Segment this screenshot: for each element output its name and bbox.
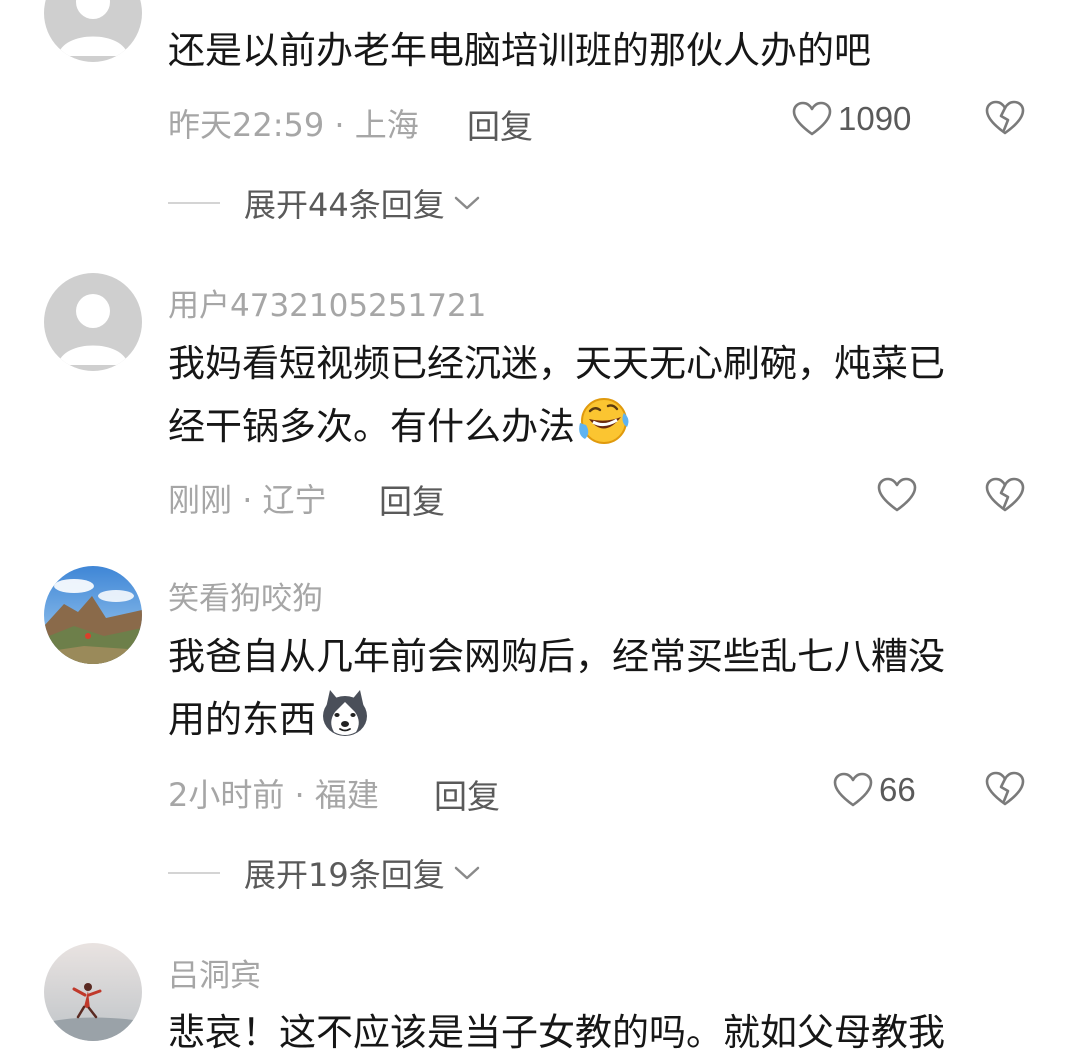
comment-meta: 昨天22:59 · 上海: [168, 100, 419, 146]
comment-line: 用的东西: [168, 698, 316, 741]
comment-meta: 2小时前 · 福建: [168, 770, 379, 816]
like-button[interactable]: [877, 477, 923, 513]
like-button[interactable]: 66: [833, 771, 916, 809]
broken-heart-icon: [985, 477, 1025, 512]
expand-replies-button[interactable]: 展开44条回复: [168, 180, 481, 226]
husky-dog-emoji-icon: [323, 690, 367, 736]
comment-location: 上海: [354, 106, 419, 144]
reply-button[interactable]: 回复: [379, 475, 445, 523]
rolling-laughing-emoji-icon: [579, 398, 629, 444]
expand-divider: [168, 202, 220, 204]
avatar[interactable]: [44, 273, 142, 371]
dancer-photo-icon: [44, 943, 142, 1041]
reply-button[interactable]: 回复: [434, 770, 500, 818]
comment-line: 经干锅多次。有什么办法: [168, 405, 575, 448]
comment-time: 2小时前: [168, 776, 285, 814]
default-avatar-icon: [44, 273, 142, 371]
avatar[interactable]: [44, 566, 142, 664]
mountain-landscape-photo-icon: [44, 566, 142, 664]
default-avatar-icon: [44, 0, 142, 62]
avatar[interactable]: [44, 943, 142, 1041]
comment-line: 我妈看短视频已经沉迷，天天无心刷碗，炖菜已: [168, 342, 945, 385]
dislike-button[interactable]: [985, 100, 1025, 140]
comment-line-wrap: 经干锅多次。有什么办法: [168, 395, 1038, 458]
chevron-down-icon: [454, 196, 479, 210]
comment-line: 悲哀！这不应该是当子女教的吗。就如父母教我: [168, 1011, 945, 1054]
broken-heart-icon: [985, 100, 1025, 135]
comment-line: 还是以前办老年电脑培训班的那伙人办的吧: [168, 29, 871, 72]
expand-replies-label: 展开44条回复: [244, 186, 445, 224]
like-count: 66: [879, 771, 916, 808]
username[interactable]: 用户4732105251721: [168, 280, 486, 325]
comment-line-wrap: 用的东西: [168, 688, 1038, 751]
heart-icon: [792, 101, 832, 136]
comment-item: 还是以前办老年电脑培训班的那伙人办的吧 昨天22:59 · 上海 回复 1090…: [0, 0, 1080, 250]
comment-meta: 刚刚 · 辽宁: [168, 475, 327, 521]
dislike-button[interactable]: [985, 771, 1025, 811]
comment-time: 昨天22:59: [168, 106, 325, 144]
chevron-down-icon: [454, 866, 479, 880]
comment-location: 辽宁: [262, 481, 327, 519]
like-count: 1090: [838, 100, 912, 137]
heart-icon: [833, 772, 873, 807]
comment-text: 还是以前办老年电脑培训班的那伙人办的吧: [168, 20, 1038, 82]
username[interactable]: 笑看狗咬狗: [168, 573, 323, 618]
meta-separator: ·: [324, 106, 355, 144]
reply-button[interactable]: 回复: [467, 100, 533, 148]
like-button[interactable]: 1090: [792, 100, 911, 138]
expand-replies-label: 展开19条回复: [244, 856, 445, 894]
comment-text: 我妈看短视频已经沉迷，天天无心刷碗，炖菜已 经干锅多次。有什么办法: [168, 333, 1038, 458]
meta-separator: ·: [232, 481, 263, 519]
heart-icon: [877, 477, 917, 512]
username[interactable]: 吕洞宾: [168, 950, 261, 995]
comment-text: 我爸自从几年前会网购后，经常买些乱七八糟没 用的东西: [168, 626, 1038, 751]
expand-divider: [168, 872, 220, 874]
avatar[interactable]: [44, 0, 142, 62]
broken-heart-icon: [985, 771, 1025, 806]
comment-location: 福建: [314, 776, 379, 814]
comment-line: 我爸自从几年前会网购后，经常买些乱七八糟没: [168, 635, 945, 678]
meta-separator: ·: [284, 776, 315, 814]
dislike-button[interactable]: [985, 477, 1025, 517]
comment-time: 刚刚: [168, 481, 233, 519]
expand-replies-button[interactable]: 展开19条回复: [168, 850, 481, 896]
comment-text: 悲哀！这不应该是当子女教的吗。就如父母教我: [168, 1002, 1038, 1064]
